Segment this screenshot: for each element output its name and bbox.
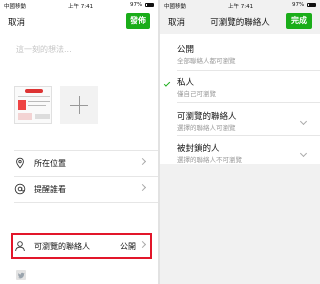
option-public[interactable]: 公開 全部聯絡人都可瀏覽 — [160, 40, 320, 70]
options-list: 公開 全部聯絡人都可瀏覽 私人 僅自己可瀏覽 可瀏覽的聯絡人 選擇的聯絡人可瀏覽… — [160, 34, 320, 164]
option-title: 被封鎖的人 — [177, 144, 220, 154]
option-desc: 全部聯絡人都可瀏覽 — [177, 57, 236, 65]
highlight-box — [11, 233, 152, 259]
option-private[interactable]: 私人 僅自己可瀏覽 — [160, 72, 320, 100]
chevron-right-icon — [138, 183, 147, 192]
battery-percent: 97% — [130, 2, 143, 8]
option-desc: 僅自己可瀏覽 — [177, 90, 216, 98]
chevron-right-icon — [138, 157, 147, 166]
chevron-down-icon — [299, 149, 308, 158]
thumb-shape — [25, 89, 43, 93]
twitter-icon — [17, 272, 25, 278]
divider — [177, 102, 320, 103]
thumb-shape — [18, 113, 32, 120]
chevron-down-icon — [299, 117, 308, 126]
location-label: 所在位置 — [34, 159, 66, 168]
remind-who-row[interactable]: 提醒誰看 — [0, 176, 158, 202]
divider — [14, 202, 158, 203]
moment-text-input[interactable]: 這一刻的想法... — [16, 44, 72, 55]
status-time: 上午 7:41 — [228, 4, 254, 10]
status-bar: 中國移動 上午 7:41 97% — [0, 0, 158, 10]
divider — [177, 135, 320, 136]
nav-bar: 可瀏覽的聯絡人 取消 完成 — [160, 10, 320, 34]
status-bar: 中國移動 上午 7:41 97% — [160, 0, 320, 10]
checkmark-icon — [163, 80, 171, 87]
battery-indicator: 97% — [292, 2, 316, 8]
battery-indicator: 97% — [130, 2, 154, 8]
thumb-shape — [18, 96, 50, 97]
done-button[interactable]: 完成 — [286, 13, 312, 29]
battery-percent: 97% — [292, 2, 305, 8]
thumb-shape — [18, 100, 26, 110]
at-icon — [14, 183, 26, 195]
carrier-label: 中國移動 — [4, 4, 27, 10]
option-visible-contacts[interactable]: 可瀏覽的聯絡人 選擇的聯絡人可瀏覽 — [160, 106, 320, 134]
option-title: 私人 — [177, 78, 195, 88]
carrier-label: 中國移動 — [164, 4, 187, 10]
option-desc: 選擇的聯絡人不可瀏覽 — [177, 156, 242, 164]
compose-moment-screen: 中國移動 上午 7:41 97% 取消 發佈 這一刻的想法... 所在位置 提醒… — [0, 0, 158, 284]
thumb-shape — [28, 105, 46, 106]
twitter-share-button[interactable] — [16, 270, 26, 280]
cancel-button[interactable]: 取消 — [168, 16, 185, 28]
battery-icon — [145, 2, 154, 7]
add-photo-button[interactable] — [60, 86, 98, 124]
remind-who-label: 提醒誰看 — [34, 185, 66, 194]
attached-image-thumbnail[interactable] — [14, 86, 52, 124]
option-title: 可瀏覽的聯絡人 — [177, 112, 237, 122]
battery-icon — [307, 2, 316, 7]
thumb-shape — [35, 114, 50, 119]
option-title: 公開 — [177, 45, 195, 55]
option-desc: 選擇的聯絡人可瀏覽 — [177, 124, 236, 132]
location-row[interactable]: 所在位置 — [0, 150, 158, 176]
thumb-shape — [28, 101, 50, 102]
publish-button[interactable]: 發佈 — [126, 13, 150, 29]
status-time: 上午 7:41 — [68, 4, 94, 10]
divider — [177, 70, 320, 71]
visibility-settings-screen: 中國移動 上午 7:41 97% 可瀏覽的聯絡人 取消 完成 公開 全部聯絡人都… — [160, 0, 320, 284]
location-pin-icon — [16, 157, 24, 169]
option-blocked[interactable]: 被封鎖的人 選擇的聯絡人不可瀏覽 — [160, 138, 320, 164]
cancel-button[interactable]: 取消 — [8, 16, 25, 28]
nav-bar: 取消 發佈 — [0, 10, 158, 34]
